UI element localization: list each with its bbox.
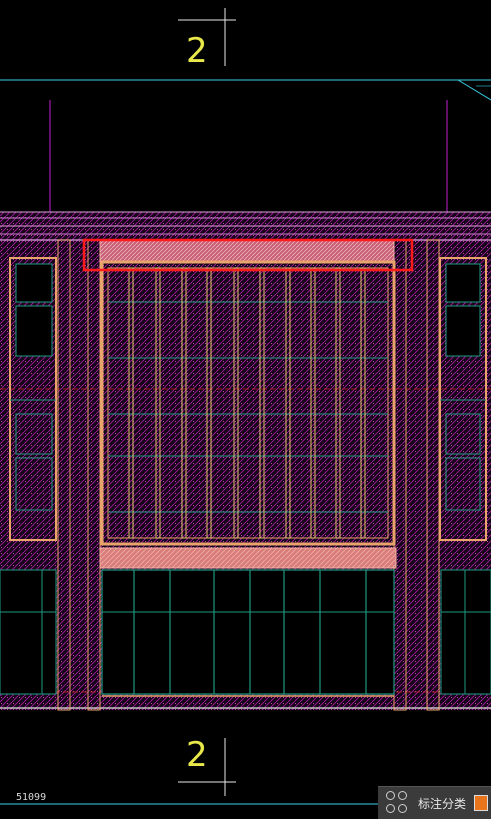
grid-label-top: 2 [186, 31, 208, 71]
grid-circles-icon[interactable] [386, 791, 410, 815]
cad-drawing-canvas[interactable] [0, 0, 491, 818]
annotation-color-swatch[interactable] [474, 795, 489, 811]
top-guide-line [0, 79, 491, 101]
window-sill-band [99, 547, 397, 569]
axis-lines [49, 100, 448, 215]
grid-label-bottom: 2 [186, 735, 208, 775]
coordinate-readout: 51099 [16, 792, 47, 803]
annotation-category-label[interactable]: 标注分类 [418, 795, 466, 812]
annotation-category-toolbar[interactable]: 标注分类 [378, 786, 491, 819]
window-head-band [99, 239, 395, 263]
